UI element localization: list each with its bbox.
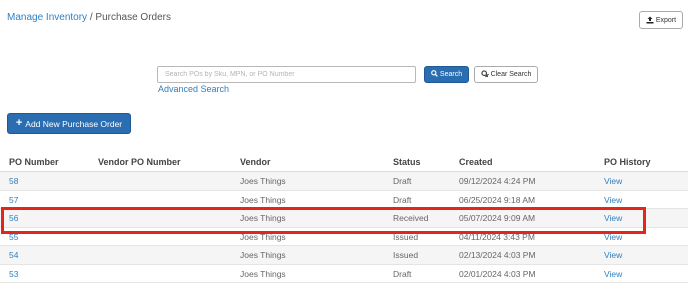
table-header: PO Number Vendor PO Number Vendor Status… [0, 152, 688, 172]
table-row: 56 Joes Things Received 05/07/2024 9:09 … [0, 209, 688, 228]
po-number-link[interactable]: 57 [9, 195, 18, 205]
header-vendor-po-number[interactable]: Vendor PO Number [98, 157, 181, 167]
search-icon [431, 70, 438, 79]
created-date: 06/25/2024 9:18 AM [459, 194, 536, 205]
header-vendor[interactable]: Vendor [240, 157, 271, 167]
created-date: 02/13/2024 4:03 PM [459, 250, 536, 260]
vendor-name: Joes Things [240, 231, 286, 242]
view-history-link[interactable]: View [604, 213, 622, 223]
search-input[interactable] [157, 66, 416, 83]
vendor-name: Joes Things [240, 213, 286, 223]
status-text: Draft [393, 268, 412, 279]
vendor-name: Joes Things [240, 194, 286, 205]
header-po-history: PO History [604, 157, 651, 167]
header-po-number[interactable]: PO Number [9, 157, 59, 167]
view-history-link[interactable]: View [604, 195, 622, 205]
breadcrumb: Manage Inventory / Purchase Orders [7, 12, 171, 23]
po-number-link[interactable]: 53 [9, 269, 18, 279]
view-history-link[interactable]: View [604, 250, 622, 260]
created-date: 02/01/2024 4:03 PM [459, 268, 536, 279]
header-created[interactable]: Created [459, 157, 493, 167]
search-button[interactable]: Search [424, 66, 469, 83]
table-row: 58 Joes Things Draft 09/12/2024 4:24 PM … [0, 172, 688, 191]
status-text: Issued [393, 250, 419, 260]
breadcrumb-current: Purchase Orders [95, 12, 171, 23]
po-number-link[interactable]: 56 [9, 213, 18, 223]
created-date: 04/11/2024 3:43 PM [459, 231, 535, 242]
status-text: Received [393, 213, 429, 223]
breadcrumb-manage-inventory[interactable]: Manage Inventory [7, 12, 87, 23]
vendor-name: Joes Things [240, 176, 286, 186]
plus-icon: + [15, 117, 23, 129]
header-status[interactable]: Status [393, 157, 421, 167]
clear-search-label: Clear Search [490, 71, 532, 78]
export-icon [646, 16, 654, 24]
clear-search-button[interactable]: Clear Search [474, 66, 538, 83]
status-text: Issued [393, 231, 419, 242]
view-history-link[interactable]: View [604, 232, 622, 242]
po-number-link[interactable]: 58 [9, 176, 18, 186]
po-number-link[interactable]: 54 [9, 250, 18, 260]
created-date: 09/12/2024 4:24 PM [459, 176, 536, 186]
search-button-label: Search [439, 71, 463, 78]
status-text: Draft [393, 176, 412, 186]
po-number-link[interactable]: 55 [9, 232, 18, 242]
vendor-name: Joes Things [240, 268, 286, 279]
view-history-link[interactable]: View [604, 176, 622, 186]
table-row: 55 Joes Things Issued 04/11/2024 3:43 PM… [0, 228, 688, 246]
created-date: 05/07/2024 9:09 AM [459, 213, 536, 223]
view-history-link[interactable]: View [604, 269, 622, 279]
add-purchase-order-button[interactable]: + Add New Purchase Order [7, 113, 131, 134]
table-row: 57 Joes Things Draft 06/25/2024 9:18 AM … [0, 191, 688, 209]
table-row: 54 Joes Things Issued 02/13/2024 4:03 PM… [0, 246, 688, 265]
export-label: Export [655, 16, 677, 24]
vendor-name: Joes Things [240, 250, 286, 260]
add-purchase-order-label: Add New Purchase Order [25, 118, 123, 129]
table-row: 53 Joes Things Draft 02/01/2024 4:03 PM … [0, 265, 688, 283]
purchase-orders-table: PO Number Vendor PO Number Vendor Status… [0, 152, 688, 283]
status-text: Draft [393, 194, 412, 205]
clear-search-icon [480, 69, 489, 80]
advanced-search-link[interactable]: Advanced Search [158, 84, 229, 94]
export-button[interactable]: Export [639, 11, 683, 29]
